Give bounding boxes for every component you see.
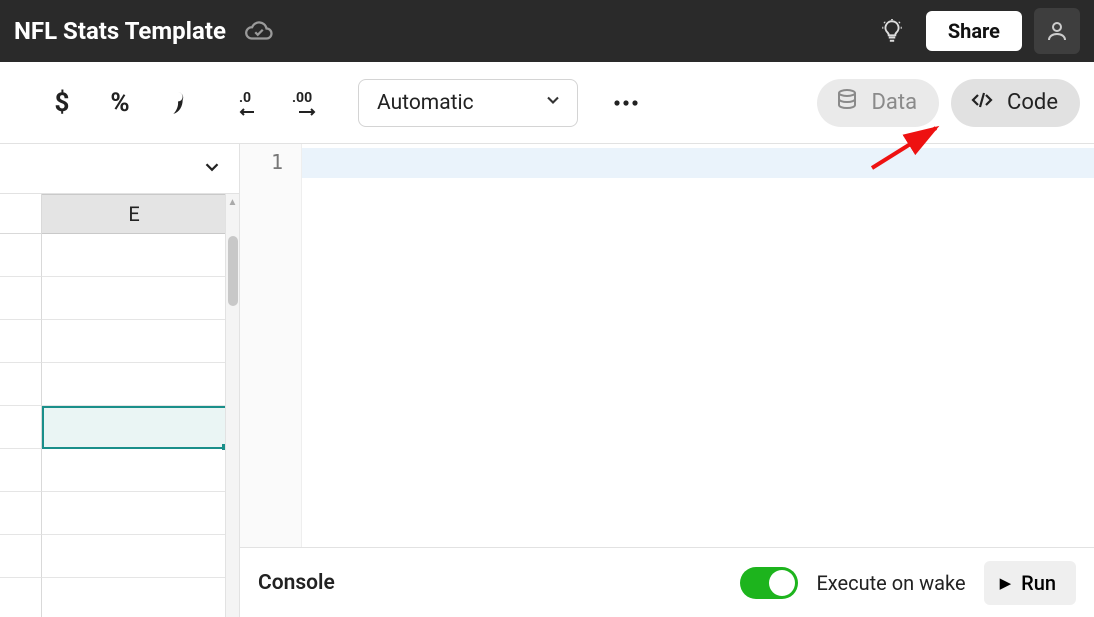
gutter-line-number: 1 <box>240 144 302 547</box>
code-panel: 1 Console Execute on wake ▶ Run <box>240 144 1094 617</box>
app-header: NFL Stats Template Share <box>0 0 1094 62</box>
row-header[interactable] <box>0 320 42 363</box>
grid-area: E <box>0 194 239 617</box>
toolbar-overflow-icon[interactable] <box>604 81 648 125</box>
row-header[interactable] <box>0 535 42 578</box>
console-label[interactable]: Console <box>258 571 335 595</box>
cell[interactable] <box>42 320 227 363</box>
cell[interactable] <box>42 277 227 320</box>
currency-format-icon[interactable]: $ <box>40 81 84 125</box>
data-tab-label: Data <box>871 90 917 115</box>
execute-on-wake-label: Execute on wake <box>816 571 965 595</box>
data-tab-button[interactable]: Data <box>817 79 939 127</box>
console-bar: Console Execute on wake ▶ Run <box>240 547 1094 617</box>
cell[interactable] <box>42 234 227 277</box>
play-icon: ▶ <box>1000 574 1012 592</box>
cloud-sync-icon[interactable] <box>244 16 274 46</box>
row-header[interactable] <box>0 234 42 277</box>
execute-on-wake-toggle[interactable] <box>740 567 798 599</box>
column-header[interactable]: E <box>42 194 227 234</box>
user-menu-button[interactable] <box>1034 8 1080 54</box>
row-header[interactable] <box>0 492 42 535</box>
code-icon <box>969 88 995 118</box>
spreadsheet-panel: E ▲ <box>0 144 240 617</box>
cell[interactable] <box>42 492 227 535</box>
chevron-down-icon[interactable] <box>201 156 223 182</box>
increase-decimal-icon[interactable]: .00 <box>286 81 330 125</box>
code-tab-label: Code <box>1007 90 1058 115</box>
formula-bar[interactable] <box>0 144 239 194</box>
grid-rows <box>0 234 239 617</box>
code-editor[interactable]: 1 <box>240 144 1094 547</box>
share-button[interactable]: Share <box>926 11 1022 51</box>
row-header[interactable] <box>0 363 42 406</box>
scroll-thumb[interactable] <box>228 236 238 306</box>
run-label: Run <box>1021 571 1056 595</box>
vertical-scrollbar[interactable]: ▲ <box>225 194 239 617</box>
scroll-up-icon[interactable]: ▲ <box>226 194 239 210</box>
svg-text:.0: .0 <box>239 90 251 106</box>
cell[interactable] <box>42 578 227 617</box>
main-split: E ▲ 1 Console <box>0 144 1094 617</box>
number-format-select[interactable]: Automatic <box>358 79 578 127</box>
tips-icon[interactable] <box>872 11 912 51</box>
code-tab-button[interactable]: Code <box>951 79 1080 127</box>
percent-format-icon[interactable]: % <box>98 81 142 125</box>
toggle-knob <box>769 570 795 596</box>
toolbar: $ % .0 .00 Automatic <box>0 62 1094 144</box>
cell[interactable] <box>42 363 227 406</box>
database-icon <box>835 88 859 118</box>
row-header[interactable] <box>0 406 42 449</box>
cell-selected[interactable] <box>42 406 227 449</box>
chevron-down-icon <box>543 90 563 116</box>
cell[interactable] <box>42 449 227 492</box>
code-text-area[interactable] <box>302 144 1094 547</box>
row-header[interactable] <box>0 449 42 492</box>
row-header[interactable] <box>0 578 42 617</box>
row-header-corner[interactable] <box>0 194 42 234</box>
decrease-decimal-icon[interactable]: .0 <box>228 81 272 125</box>
svg-text:.00: .00 <box>292 90 312 106</box>
run-button[interactable]: ▶ Run <box>984 561 1076 605</box>
cell[interactable] <box>42 535 227 578</box>
comma-format-icon[interactable] <box>156 81 200 125</box>
number-format-value: Automatic <box>377 91 474 115</box>
document-title[interactable]: NFL Stats Template <box>14 17 226 45</box>
row-header[interactable] <box>0 277 42 320</box>
